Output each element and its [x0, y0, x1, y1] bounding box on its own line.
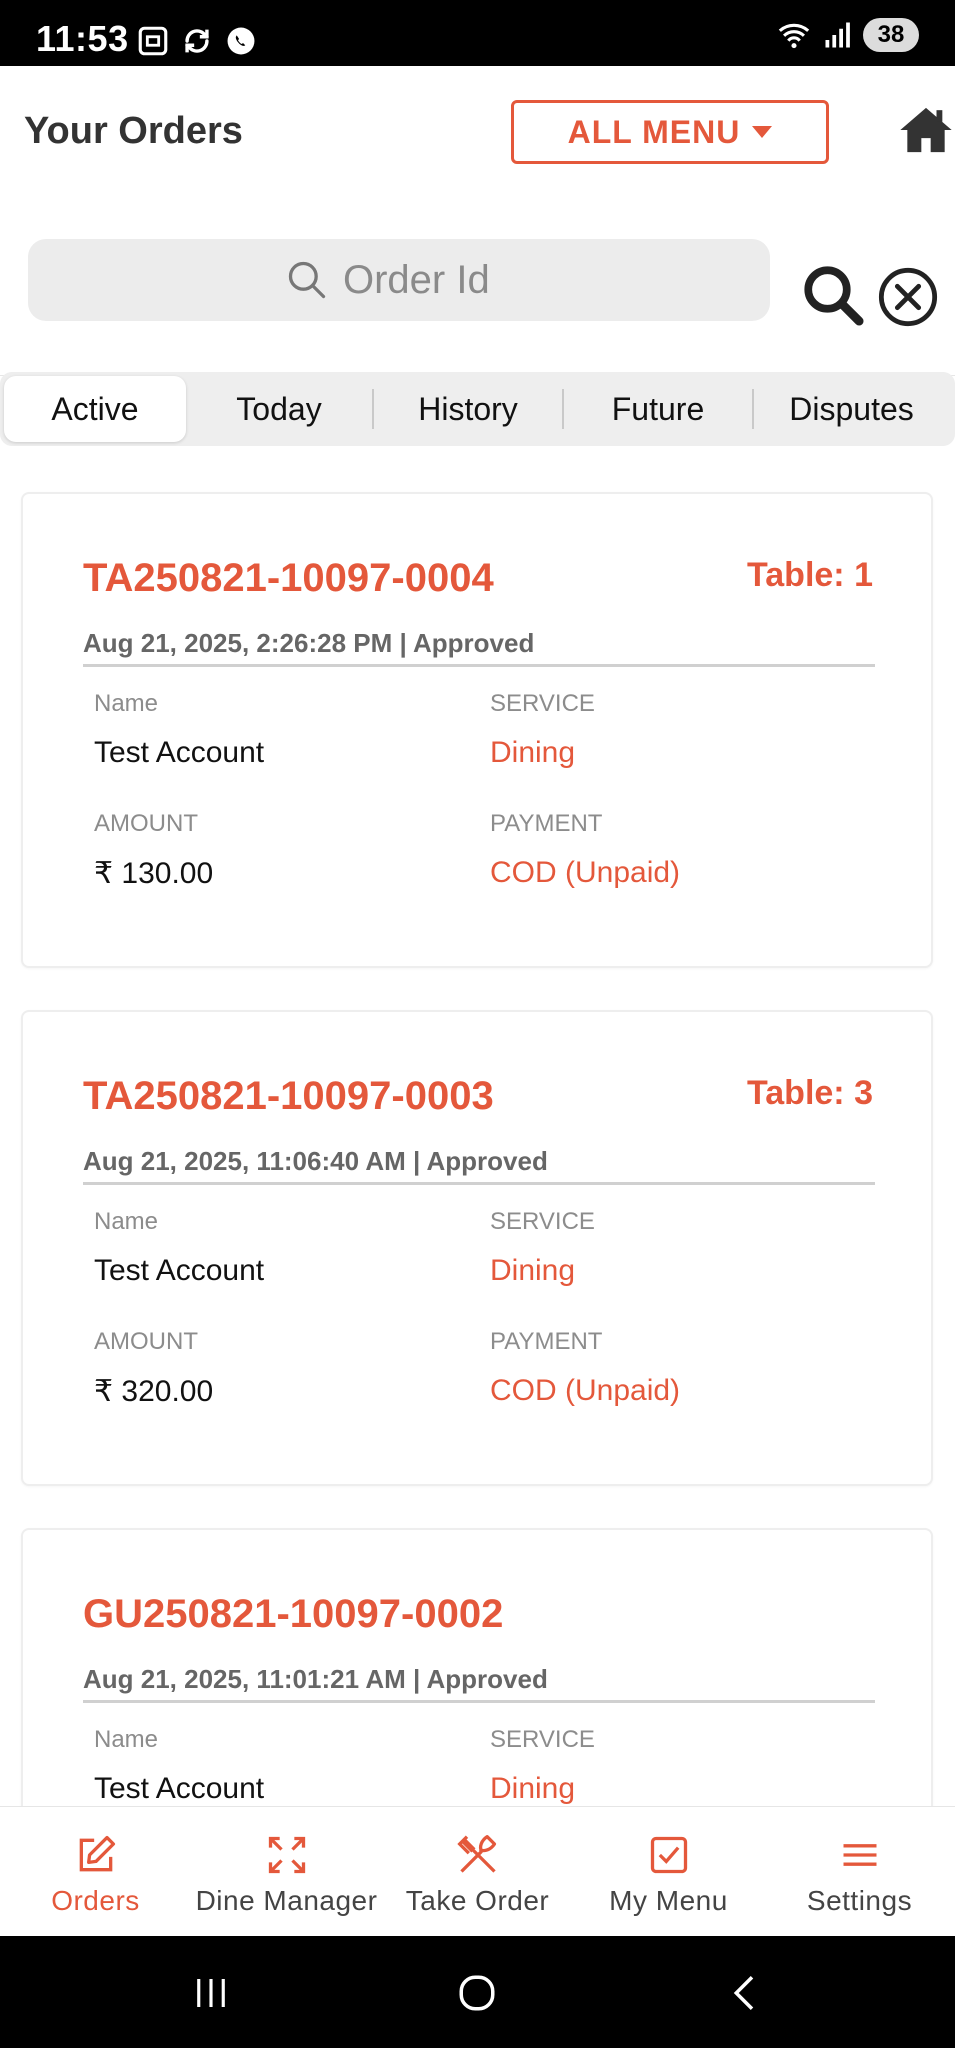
order-card[interactable]: GU250821-10097-0002 Aug 21, 2025, 11:01:…	[21, 1528, 933, 1806]
amount-value: ₹ 320.00	[94, 1375, 214, 1408]
nav-my-menu[interactable]: My Menu	[573, 1807, 764, 1936]
search-field[interactable]	[28, 239, 770, 321]
amount-value: ₹ 130.00	[94, 857, 214, 890]
tab-disputes[interactable]: Disputes	[754, 376, 949, 442]
nav-orders-label: Orders	[51, 1885, 140, 1916]
nav-take-order-label: Take Order	[405, 1885, 550, 1916]
order-card[interactable]: TA250821-10097-0004 Table: 1 Aug 21, 202…	[21, 492, 933, 968]
status-time: 11:53	[36, 18, 129, 59]
service-label: SERVICE	[490, 1726, 595, 1753]
nav-my-menu-label: My Menu	[609, 1885, 728, 1916]
order-card[interactable]: TA250821-10097-0003 Table: 3 Aug 21, 202…	[21, 1010, 933, 1486]
name-label: Name	[94, 1726, 159, 1753]
service-label: SERVICE	[490, 690, 595, 717]
divider	[83, 1700, 875, 1703]
app-header: Your Orders ALL MENU	[0, 66, 955, 376]
bottom-navigation: Orders Dine Manager Take Order My Menu S…	[0, 1806, 955, 1936]
wifi-icon	[778, 23, 810, 49]
service-value: Dining	[490, 736, 576, 769]
payment-value: COD (Unpaid)	[490, 1374, 681, 1407]
nav-settings-label: Settings	[806, 1885, 913, 1916]
signal-icon	[825, 22, 850, 48]
search-icon	[288, 261, 326, 299]
cutlery-icon	[456, 1835, 496, 1873]
sync-icon	[185, 29, 209, 53]
menu-icon	[843, 1844, 876, 1866]
nav-dine-manager-label: Dine Manager	[195, 1885, 378, 1916]
order-id[interactable]: TA250821-10097-0003	[83, 1074, 494, 1119]
order-id[interactable]: GU250821-10097-0002	[83, 1592, 503, 1637]
checkbox-icon	[650, 1836, 687, 1874]
order-meta: Aug 21, 2025, 2:26:28 PM | Approved	[83, 628, 535, 658]
orders-list[interactable]: TA250821-10097-0004 Table: 1 Aug 21, 202…	[0, 446, 955, 1806]
all-menu-label: ALL MENU	[567, 113, 741, 150]
edit-icon	[79, 1835, 115, 1872]
back-icon[interactable]	[724, 1972, 766, 2014]
order-meta: Aug 21, 2025, 11:06:40 AM | Approved	[83, 1146, 548, 1176]
service-value: Dining	[490, 1772, 576, 1805]
customer-name: Test Account	[94, 1254, 265, 1287]
search-button-icon[interactable]	[800, 262, 866, 328]
order-tabs: Active Today History Future Disputes	[0, 372, 955, 446]
tab-active[interactable]: Active	[4, 376, 186, 442]
page-title: Your Orders	[24, 110, 243, 152]
caret-down-icon	[752, 126, 773, 138]
table-number: Table: 1	[747, 556, 873, 594]
nav-dine-manager[interactable]: Dine Manager	[191, 1807, 382, 1936]
payment-label: PAYMENT	[490, 1328, 603, 1355]
status-bar: 11:53 38	[0, 0, 955, 66]
home-icon[interactable]	[898, 102, 954, 158]
battery-indicator: 38	[863, 18, 919, 52]
customer-name: Test Account	[94, 736, 265, 769]
order-id[interactable]: TA250821-10097-0004	[83, 556, 494, 601]
clear-search-icon[interactable]	[876, 265, 940, 329]
search-input[interactable]	[343, 257, 513, 303]
service-value: Dining	[490, 1254, 576, 1287]
nav-settings[interactable]: Settings	[764, 1807, 955, 1936]
tab-today[interactable]: Today	[186, 376, 372, 442]
home-button-icon[interactable]	[456, 1972, 498, 2014]
tab-history[interactable]: History	[374, 376, 562, 442]
divider	[83, 1182, 875, 1185]
amount-label: AMOUNT	[94, 1328, 198, 1355]
system-navigation-bar	[0, 1936, 955, 2048]
nav-take-order[interactable]: Take Order	[382, 1807, 573, 1936]
screenshot-icon	[138, 26, 168, 56]
payment-value: COD (Unpaid)	[490, 856, 681, 889]
name-label: Name	[94, 1208, 159, 1235]
amount-label: AMOUNT	[94, 810, 198, 837]
customer-name: Test Account	[94, 1772, 265, 1805]
divider	[83, 664, 875, 667]
service-label: SERVICE	[490, 1208, 595, 1235]
nav-orders[interactable]: Orders	[0, 1807, 191, 1936]
expand-icon	[268, 1836, 305, 1874]
name-label: Name	[94, 690, 159, 717]
whatsapp-icon	[227, 27, 255, 55]
all-menu-dropdown[interactable]: ALL MENU	[511, 100, 829, 164]
order-meta: Aug 21, 2025, 11:01:21 AM | Approved	[83, 1664, 548, 1694]
tab-future[interactable]: Future	[564, 376, 752, 442]
recent-apps-icon[interactable]	[190, 1972, 232, 2014]
payment-label: PAYMENT	[490, 810, 603, 837]
table-number: Table: 3	[747, 1074, 873, 1112]
